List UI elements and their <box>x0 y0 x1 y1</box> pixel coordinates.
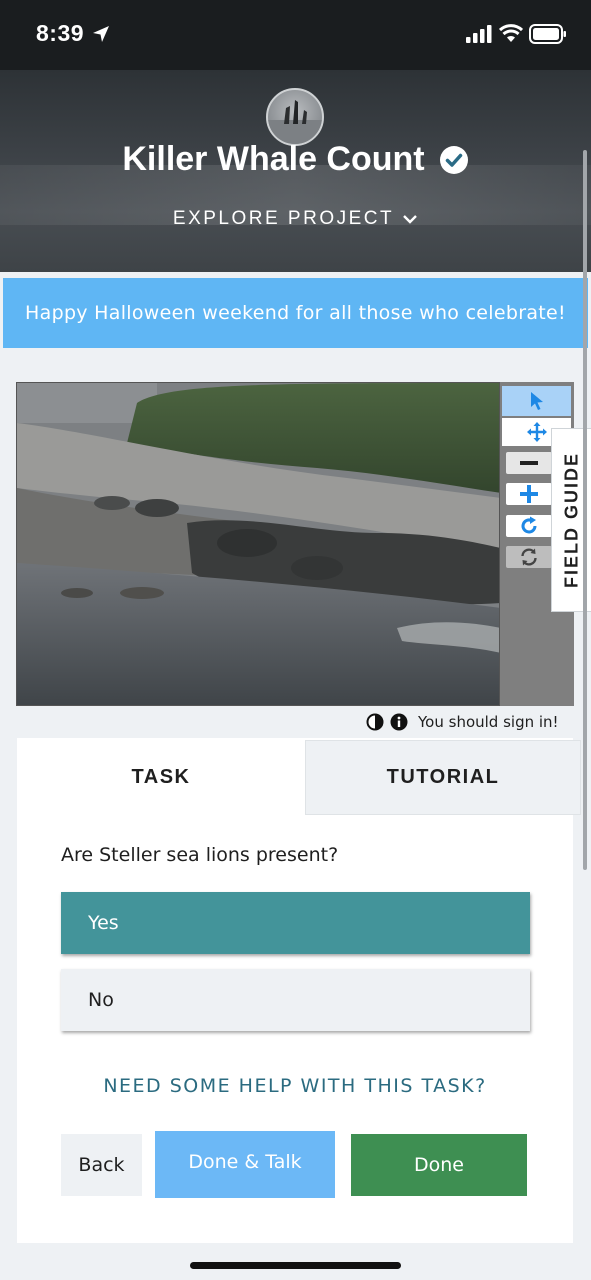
subject-viewer <box>16 382 574 707</box>
back-button-label: Back <box>78 1154 125 1176</box>
avatar-image <box>268 100 322 144</box>
task-panel: TASK TUTORIAL Are Steller sea lions pres… <box>17 738 581 1243</box>
back-button[interactable]: Back <box>61 1134 142 1196</box>
battery-icon <box>529 24 566 44</box>
home-indicator[interactable] <box>190 1262 401 1269</box>
task-question: Are Steller sea lions present? <box>61 844 339 866</box>
chevron-down-icon <box>403 215 417 224</box>
done-and-talk-button[interactable]: Done & Talk <box>155 1131 335 1198</box>
explore-project-menu[interactable]: EXPLORE PROJECT <box>0 208 591 230</box>
verified-badge-icon <box>439 145 468 174</box>
wifi-icon <box>499 24 523 42</box>
subject-image[interactable] <box>16 382 500 706</box>
project-title: Killer Whale Count <box>0 140 591 179</box>
annotate-pointer-button[interactable] <box>502 386 571 416</box>
tab-task-label: TASK <box>131 766 191 788</box>
subject-photo <box>17 383 499 705</box>
reset-view-button[interactable] <box>506 546 552 568</box>
page-scrollbar[interactable] <box>583 150 587 870</box>
answer-label: No <box>88 989 114 1011</box>
move-arrows-icon <box>526 422 547 442</box>
reset-icon <box>521 548 537 566</box>
announcement-banner: Happy Halloween weekend for all those wh… <box>3 278 588 348</box>
answer-yes-button[interactable]: Yes <box>61 892 530 954</box>
subject-meta-row: You should sign in! <box>366 710 559 734</box>
cursor-pointer-icon <box>530 392 543 410</box>
explore-project-label: EXPLORE PROJECT <box>172 208 395 229</box>
tab-task[interactable]: TASK <box>17 740 305 815</box>
announcement-text: Happy Halloween weekend for all those wh… <box>25 302 566 324</box>
field-guide-label: FIELD GUIDE <box>561 451 581 589</box>
tab-tutorial-label: TUTORIAL <box>386 766 500 788</box>
done-and-talk-label: Done & Talk <box>188 1151 302 1173</box>
zoom-out-button[interactable] <box>506 452 552 474</box>
project-header: Killer Whale Count EXPLORE PROJECT <box>0 70 591 272</box>
plus-icon <box>520 485 538 503</box>
done-button[interactable]: Done <box>351 1134 527 1196</box>
project-title-text: Killer Whale Count <box>122 140 425 178</box>
rotate-icon <box>521 516 537 534</box>
rotate-button[interactable] <box>506 515 552 537</box>
zoom-in-button[interactable] <box>506 483 552 505</box>
answer-no-button[interactable]: No <box>61 969 530 1031</box>
project-avatar[interactable] <box>266 88 324 146</box>
sign-in-prompt: You should sign in! <box>418 713 559 731</box>
contrast-icon[interactable] <box>366 713 384 731</box>
status-time: 8:39 <box>36 20 85 46</box>
tab-tutorial[interactable]: TUTORIAL <box>305 740 581 815</box>
status-bar: 8:39 <box>0 0 591 70</box>
answer-label: Yes <box>88 912 119 934</box>
minus-icon <box>520 461 538 465</box>
location-arrow-icon <box>93 26 109 42</box>
cell-signal-icon <box>466 25 492 43</box>
done-button-label: Done <box>414 1154 464 1176</box>
task-help-link[interactable]: NEED SOME HELP WITH THIS TASK? <box>17 1075 573 1097</box>
info-icon[interactable] <box>390 713 408 731</box>
